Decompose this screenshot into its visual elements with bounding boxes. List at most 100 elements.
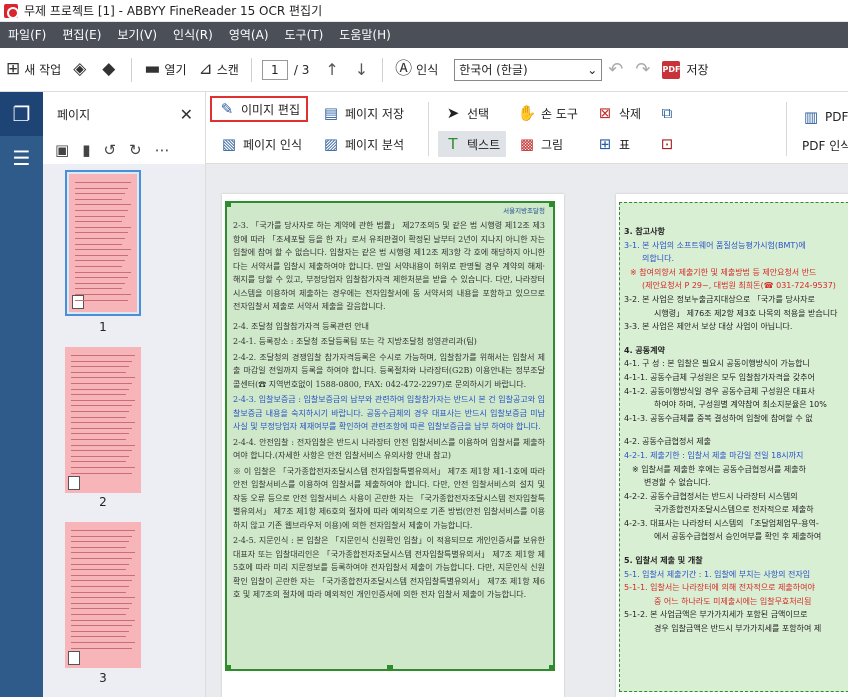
- thumbnail-text-line: [71, 636, 126, 638]
- menu-view[interactable]: 보기(V): [109, 22, 165, 48]
- text-line: 5. 입찰서 제출 및 개찰: [624, 556, 703, 566]
- save-label: 저장: [686, 63, 709, 77]
- background-picture-button[interactable]: ⊡: [652, 131, 687, 157]
- thumbnail-text-line: [75, 299, 128, 301]
- select-button[interactable]: ➤ 선택: [438, 100, 495, 126]
- text-line: 변경할 수 없습니다.: [644, 478, 711, 488]
- delete-button[interactable]: ⊠ 삭제: [590, 100, 647, 126]
- hand-tool-button[interactable]: ✋ 손 도구: [512, 100, 584, 126]
- text-line: 4-2. 공동수급협정서 제출: [624, 437, 711, 447]
- thumbnail-text-line: [75, 294, 131, 295]
- edit-toolbar: ✎ 이미지 편집 ▤ 페이지 저장 ▧ 페이지 인식 ▨ 페이지 분석 ➤ 선택…: [206, 92, 848, 164]
- title-bar: 무제 프로젝트 [1] - ABBYY FineReader 15 OCR 편집…: [0, 0, 848, 22]
- layers-button[interactable]: ◆: [96, 55, 125, 85]
- previous-page-icon[interactable]: ↑: [325, 60, 338, 79]
- thumbnail-text-line: [71, 558, 132, 559]
- list-view-icon[interactable]: ☰: [0, 136, 43, 180]
- menu-recognize[interactable]: 인식(R): [165, 22, 221, 48]
- recognize-page-label: 페이지 인식: [243, 137, 303, 152]
- save-page-button[interactable]: ▤ 페이지 저장: [316, 100, 410, 126]
- page-number-input[interactable]: 1: [261, 59, 288, 80]
- open-button[interactable]: ▬ 열기: [138, 55, 192, 85]
- thumbnail-text-line: [71, 530, 135, 531]
- save-button[interactable]: PDF 저장: [656, 55, 714, 85]
- menu-help[interactable]: 도움말(H): [331, 22, 399, 48]
- thumbnail-text-line: [71, 580, 132, 582]
- more-icon[interactable]: ⋯: [155, 141, 170, 159]
- resize-handle[interactable]: [549, 203, 553, 207]
- analyze-page-icon: ▨: [323, 135, 339, 153]
- text-area-zone[interactable]: 3. 참고사항 3-1. 본 사업의 소프트웨어 품질성능평가시험(BMT)에 …: [619, 202, 848, 692]
- text-area-icon: T: [448, 135, 458, 153]
- text-line: 4-1-2. 공동이행방식일 경우 공동수급체 구성원은 대표사: [624, 386, 815, 396]
- page-thumbnail-1[interactable]: [65, 170, 141, 316]
- recognize-button[interactable]: Ⓐ 인식: [389, 55, 444, 85]
- save-icon[interactable]: ▣: [55, 141, 69, 159]
- language-select[interactable]: 한국어 (한글) ⌄: [454, 58, 603, 81]
- page-thumbnail-2[interactable]: [65, 347, 141, 493]
- thumbnail-text-line: [75, 288, 122, 290]
- pages-view-icon[interactable]: ❐: [0, 92, 43, 136]
- thumbnail-text-line: [71, 591, 126, 593]
- undo-icon[interactable]: ↶: [608, 59, 623, 80]
- analyze-page-button[interactable]: ▨ 페이지 분석: [316, 131, 410, 157]
- pdf-button[interactable]: ▥ PDF: [796, 104, 848, 130]
- close-icon[interactable]: ✕: [180, 105, 193, 124]
- resize-handle[interactable]: [227, 203, 231, 207]
- thumbnail-text-line: [75, 210, 128, 211]
- trash-icon[interactable]: ▮: [82, 141, 90, 159]
- thumbnail-text-line: [71, 366, 129, 368]
- next-page-icon[interactable]: ↓: [355, 60, 368, 79]
- menu-edit[interactable]: 편집(E): [54, 22, 109, 48]
- window-title: 무제 프로젝트 [1] - ABBYY FineReader 15 OCR 편집…: [24, 4, 323, 18]
- resize-handle[interactable]: [549, 665, 553, 669]
- resize-handle[interactable]: [227, 665, 231, 669]
- area-properties-button[interactable]: ⧉: [652, 100, 687, 126]
- text-line: 중 어느 하나라도 미제출시에는 입찰무효처리됨: [654, 596, 812, 606]
- recognize-page-button[interactable]: ▧ 페이지 인식: [214, 131, 308, 157]
- thumbnail-text-line: [71, 619, 135, 621]
- thumbnail-text-line: [71, 614, 126, 615]
- thumbnail-text-line: [71, 399, 135, 401]
- paragraph: 2-4-2. 조달청의 경쟁입찰 참가자격등록은 수시로 가능하며, 입찰참가를…: [233, 352, 545, 389]
- menu-tools[interactable]: 도구(T): [277, 22, 332, 48]
- text-area-zone[interactable]: 서울지방조달청 2-3. 「국가를 당사자로 하는 계약에 관한 법률」 제27…: [225, 201, 555, 671]
- text-area-button[interactable]: T 텍스트: [438, 131, 507, 157]
- text-line: 3-2. 본 사업은 정보누출금지대상으로 「국가를 당사자로: [624, 294, 815, 304]
- text-line: 4-2-2. 공동수급협정서는 반드시 나라장터 시스템의: [624, 491, 798, 501]
- text-line: ※ 참여의향서 제출기한 및 제출방법 등 제안요청서 반드: [630, 267, 817, 277]
- resize-handle[interactable]: [387, 665, 393, 669]
- rotate-right-icon[interactable]: ↻: [129, 141, 142, 159]
- text-area-label: 텍스트: [467, 137, 501, 152]
- rotate-left-icon[interactable]: ↺: [103, 141, 116, 159]
- scan-button[interactable]: ⊿ 스캔: [193, 55, 245, 85]
- pages-panel: 페이지 ✕ ▣ ▮ ↺ ↻ ⋯ 1 2 3: [43, 92, 206, 697]
- thumbnail-text-line: [75, 282, 125, 284]
- thumbnail-text-line: [71, 394, 126, 396]
- thumbnail-text-line: [71, 388, 129, 390]
- menu-file[interactable]: 파일(F): [0, 22, 54, 48]
- thumbnail-text-line: [71, 411, 129, 412]
- text-line: 4-2-1. 제출기한 : 입찰서 제출 마감일 전일 18시까지: [624, 450, 804, 460]
- thumbnail-text-line: [75, 254, 128, 256]
- picture-area-button[interactable]: ▩ 그림: [512, 131, 569, 157]
- paragraph: 2-4. 조달청 입찰참가자격 등록관련 안내: [233, 321, 369, 331]
- image-edit-button[interactable]: ✎ 이미지 편집: [210, 96, 309, 122]
- menu-bar: 파일(F) 편집(E) 보기(V) 인식(R) 영역(A) 도구(T) 도움말(…: [0, 22, 848, 48]
- thumbnail-text-line: [71, 574, 135, 576]
- page-thumbnail-3[interactable]: [65, 522, 141, 668]
- menu-area[interactable]: 영역(A): [221, 22, 277, 48]
- thumbnail-text-line: [75, 271, 131, 273]
- table-area-button[interactable]: ⊞ 표: [590, 131, 636, 157]
- analyze-page-label: 페이지 분석: [345, 137, 405, 152]
- text-line: (제안요청서 P 29~, 대법원 최희돈(☎ 031-724-9537): [642, 281, 836, 291]
- redo-icon[interactable]: ↷: [635, 59, 650, 80]
- thumbnail-text-line: [71, 608, 129, 610]
- pdf-recognize-button[interactable]: PDF 인식: [796, 132, 848, 158]
- thumbnail-text-line: [75, 249, 131, 251]
- layers-add-button[interactable]: ◈: [67, 55, 96, 85]
- paragraph: 2-4-3. 입찰보증금 : 입찰보증금의 납부와 관련하여 입찰참가자는 반드…: [233, 395, 545, 431]
- image-edit-icon: ✎: [220, 100, 234, 118]
- new-task-button[interactable]: ⊞ 새 작업: [0, 55, 67, 85]
